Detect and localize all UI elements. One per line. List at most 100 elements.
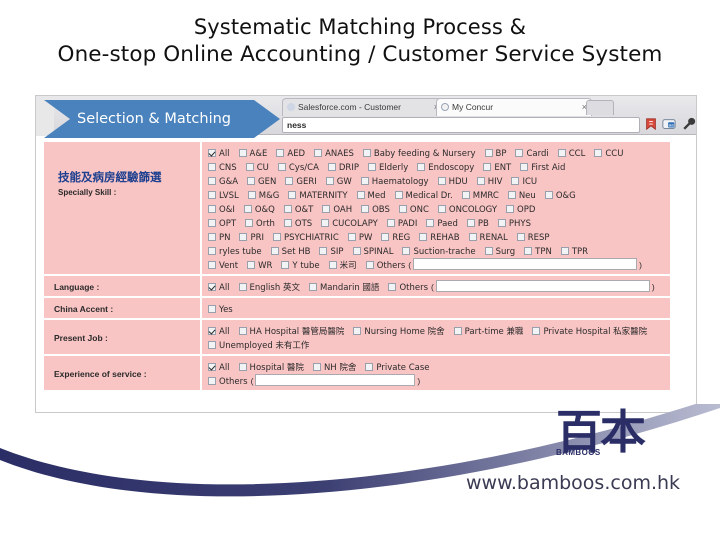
checkbox-drip[interactable] <box>327 163 336 171</box>
checkbox-unemployed[interactable] <box>208 341 216 349</box>
checkbox-tpr[interactable] <box>560 247 569 255</box>
checkbox-cns[interactable] <box>208 163 216 171</box>
checkbox-elderly[interactable] <box>367 163 376 171</box>
checkbox-wr[interactable] <box>247 261 256 269</box>
checkbox-ccu[interactable] <box>594 149 603 157</box>
wrench-icon[interactable] <box>682 117 696 131</box>
checkbox-rehab[interactable] <box>419 233 428 241</box>
checkbox-endoscopy[interactable] <box>417 163 426 171</box>
checkbox-nh[interactable] <box>312 363 321 371</box>
checkbox-haematology[interactable] <box>360 177 369 185</box>
browser-tab-salesforce[interactable]: Salesforce.com - Customer × <box>282 98 444 116</box>
checkbox-others[interactable] <box>388 283 397 291</box>
checkbox-ots[interactable] <box>283 219 292 227</box>
checkbox-maternity[interactable] <box>288 191 297 199</box>
checkbox-set-hb[interactable] <box>270 247 279 255</box>
checkbox-orth[interactable] <box>245 219 254 227</box>
checkbox-neu[interactable] <box>507 191 516 199</box>
checkbox-anaes[interactable] <box>314 149 323 157</box>
checkbox-y-tube[interactable] <box>281 261 290 269</box>
checkbox-renal[interactable] <box>468 233 477 241</box>
checkbox-onc[interactable] <box>398 205 407 213</box>
checkbox-med[interactable] <box>356 191 365 199</box>
checkbox-icu[interactable] <box>511 177 520 185</box>
checkbox-suction-trache[interactable] <box>402 247 411 255</box>
checkbox-resp[interactable] <box>516 233 525 241</box>
checkbox-cardi[interactable] <box>515 149 524 157</box>
checkbox-aed[interactable] <box>276 149 285 157</box>
address-bar[interactable]: ness <box>282 117 640 133</box>
checkbox-surg[interactable] <box>484 247 493 255</box>
checkbox-others[interactable] <box>208 377 216 385</box>
checkbox-o-q[interactable] <box>243 205 252 213</box>
checkbox-opd[interactable] <box>506 205 515 213</box>
checkbox-hospital[interactable] <box>238 363 247 371</box>
checkbox-psychiatric[interactable] <box>273 233 282 241</box>
checkbox-gw[interactable] <box>325 177 334 185</box>
others-text-input[interactable] <box>255 374 416 386</box>
checkbox-all[interactable] <box>208 149 216 157</box>
new-tab-button[interactable] <box>586 100 614 115</box>
checkbox-hiv[interactable] <box>476 177 485 185</box>
checkbox-baby-feeding-nursery[interactable] <box>362 149 371 157</box>
others-text-input[interactable] <box>435 280 650 292</box>
checkbox-ccl[interactable] <box>557 149 566 157</box>
checkbox-a-e[interactable] <box>238 149 247 157</box>
checkbox-lvsl[interactable] <box>208 191 216 199</box>
checkbox-all[interactable] <box>208 327 216 335</box>
checkbox-cu[interactable] <box>245 163 254 171</box>
checkbox-vent[interactable] <box>208 261 216 269</box>
bookmark-icon[interactable] <box>644 117 658 131</box>
checkbox-ent[interactable] <box>483 163 492 171</box>
checkbox-padi[interactable] <box>386 219 395 227</box>
checkbox-reg[interactable] <box>381 233 390 241</box>
checkbox-hdu[interactable] <box>437 177 446 185</box>
checkbox-o-i[interactable] <box>208 205 216 213</box>
checkbox-o-t[interactable] <box>283 205 292 213</box>
checkbox-label: PB <box>477 219 489 229</box>
checkbox-oncology[interactable] <box>437 205 446 213</box>
checkbox-spinal[interactable] <box>352 247 361 255</box>
checkbox-nursing-home[interactable] <box>353 327 362 335</box>
checkbox-mmrc[interactable] <box>461 191 470 199</box>
checkbox-mandarin[interactable] <box>308 283 317 291</box>
others-text-input[interactable] <box>413 258 638 270</box>
checkbox-obs[interactable] <box>361 205 370 213</box>
checkbox-label: PADI <box>397 219 418 229</box>
checkbox-yes[interactable] <box>208 305 216 313</box>
checkbox-pri[interactable] <box>239 233 248 241</box>
checkbox-paed[interactable] <box>426 219 435 227</box>
checkbox-others[interactable] <box>365 261 374 269</box>
browser-tab-concur[interactable]: My Concur × <box>436 98 592 116</box>
checkbox-o-g[interactable] <box>544 191 553 199</box>
checkbox-all[interactable] <box>208 363 216 371</box>
checkbox-m-g[interactable] <box>247 191 256 199</box>
checkbox-opt[interactable] <box>208 219 216 227</box>
checkbox-sip[interactable] <box>319 247 328 255</box>
checkbox-private-hospital[interactable] <box>532 327 541 335</box>
checkbox-first-aid[interactable] <box>520 163 529 171</box>
checkbox-tpn[interactable] <box>524 247 533 255</box>
checkbox-pb[interactable] <box>466 219 475 227</box>
checkbox-oah[interactable] <box>322 205 331 213</box>
checkbox-english[interactable] <box>238 283 247 291</box>
checkbox-gen[interactable] <box>247 177 256 185</box>
checkbox-ryles-tube[interactable] <box>208 247 216 255</box>
checkbox-private-case[interactable] <box>365 363 374 371</box>
checkbox-all[interactable] <box>208 283 216 291</box>
checkbox-g-a[interactable] <box>208 177 216 185</box>
checkbox-[interactable] <box>328 261 337 269</box>
checkbox-geri[interactable] <box>285 177 294 185</box>
checkbox-label: HIV <box>487 177 503 187</box>
checkbox-ha-hospital[interactable] <box>238 327 247 335</box>
checkbox-phys[interactable] <box>497 219 506 227</box>
translate-icon[interactable]: aa <box>662 117 676 131</box>
checkbox-part-time[interactable] <box>453 327 462 335</box>
paren-close: ) <box>639 260 642 270</box>
checkbox-pn[interactable] <box>208 233 216 241</box>
checkbox-cys-ca[interactable] <box>277 163 286 171</box>
checkbox-pw[interactable] <box>347 233 356 241</box>
checkbox-cucolapy[interactable] <box>321 219 330 227</box>
checkbox-medical-dr[interactable] <box>394 191 403 199</box>
checkbox-bp[interactable] <box>484 149 493 157</box>
